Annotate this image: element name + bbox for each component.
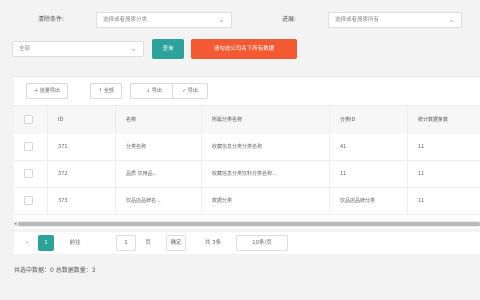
filter-label-2: 进展: (282, 16, 297, 23)
row-checkbox[interactable] (24, 142, 33, 151)
cell-count: 11 (418, 144, 425, 150)
row-checkbox[interactable] (24, 196, 33, 205)
chevron-down-icon: ⌄ (218, 15, 225, 24)
column-header[interactable]: 名称 (116, 106, 202, 134)
prev-page-button[interactable]: ‹ (20, 235, 34, 251)
page-unit-label: 页 (145, 240, 151, 246)
pagination: ‹ 1 前往 1 页 确定 共 3条 10条/页 (14, 232, 480, 254)
table-row[interactable]: 373 饮品店品牌名... 数据分类 饮品店品牌分类 11 (14, 188, 480, 215)
progress-select-value: 选择或者搜索所有 (335, 17, 380, 23)
filter-bar: 清除条件: 选择或者搜索分类 ⌄ 进展: 选择或者搜索所有 ⌄ 全部 ⌄ 查询 … (0, 0, 480, 70)
export-selected-button[interactable]: 请勾选公司名下所有数据 (191, 39, 297, 59)
table-row[interactable]: 371 分类名称 收藏信息分类分类名称 41 11 (14, 134, 480, 161)
cell-count: 11 (418, 171, 425, 177)
select-all-cell[interactable] (14, 106, 48, 134)
scope-select[interactable]: 全部 ⌄ (12, 41, 144, 57)
total-count: 共 3条 (204, 240, 222, 246)
cell-count: 11 (418, 198, 425, 204)
page: 清除条件: 选择或者搜索分类 ⌄ 进展: 选择或者搜索所有 ⌄ 全部 ⌄ 查询 … (0, 0, 480, 300)
filter-label-1: 清除条件: (38, 16, 65, 23)
cell-name: 分类名称 (116, 134, 202, 160)
category-select[interactable]: 选择或者搜索分类 ⌄ (96, 12, 232, 28)
chevron-down-icon: ⌄ (130, 44, 137, 53)
table-header: ID 名称 所属分类名称 分类ID 统计数据条数 (14, 105, 480, 135)
cell-id: 372 (48, 161, 116, 187)
cell-category-name: 收藏信息分类分类名称 (202, 134, 330, 160)
column-header[interactable]: 统计数据条数 (408, 106, 480, 134)
batch-export-button[interactable]: + 批量导出 (26, 83, 68, 99)
cell-category-name: 收藏信息分类饮料分类名称... (202, 161, 330, 187)
progress-select[interactable]: 选择或者搜索所有 ⌄ (328, 12, 462, 28)
page-number-current[interactable]: 1 (38, 235, 54, 251)
table-row[interactable]: 372 品质 饮用品... 收藏信息分类饮料分类名称... 11 11 (14, 161, 480, 188)
cell-category-id: 饮品店品牌分类 (330, 188, 408, 214)
cell-category-id: 41 (330, 134, 408, 160)
selection-summary: 共选中数据：0 总数据数量：3 (14, 267, 96, 274)
goto-page-input[interactable]: 1 (116, 235, 136, 251)
chevron-down-icon: ⌄ (448, 15, 455, 24)
select-all-button[interactable]: ↑ 全部 (90, 83, 122, 99)
cell-name: 饮品店品牌名... (116, 188, 202, 214)
goto-confirm-button[interactable]: 确定 (166, 235, 186, 251)
cell-category-name: 数据分类 (202, 188, 330, 214)
column-header[interactable]: ID (48, 106, 116, 134)
category-select-value: 选择或者搜索分类 (103, 17, 148, 23)
select-all-checkbox[interactable] (24, 115, 33, 124)
scroll-left-icon[interactable]: ◂ (14, 220, 17, 228)
search-button[interactable]: 查询 (152, 39, 184, 59)
page-size-select[interactable]: 10条/页 (236, 235, 288, 251)
cell-id: 373 (48, 188, 116, 214)
data-table-panel: + 批量导出 ↑ 全部 ↓ 导出 ✓ 导出 ID 名称 所属分类名称 分类ID … (14, 76, 480, 229)
row-select-cell[interactable] (14, 188, 48, 214)
table-toolbar: + 批量导出 ↑ 全部 ↓ 导出 ✓ 导出 (14, 77, 480, 105)
cell-id: 371 (48, 134, 116, 160)
column-header[interactable]: 分类ID (330, 106, 408, 134)
row-select-cell[interactable] (14, 161, 48, 187)
goto-label: 前往 (69, 240, 81, 246)
cell-name: 品质 饮用品... (116, 161, 202, 187)
export-checked-button[interactable]: ✓ 导出 (172, 83, 208, 99)
horizontal-scrollbar[interactable]: ◂ (14, 221, 480, 227)
scope-select-value: 全部 (19, 46, 31, 52)
export-button[interactable]: ↓ 导出 (130, 83, 178, 99)
cell-category-id: 11 (330, 161, 408, 187)
scrollbar-thumb[interactable] (18, 222, 480, 226)
row-checkbox[interactable] (24, 169, 33, 178)
column-header[interactable]: 所属分类名称 (202, 106, 330, 134)
row-select-cell[interactable] (14, 134, 48, 160)
